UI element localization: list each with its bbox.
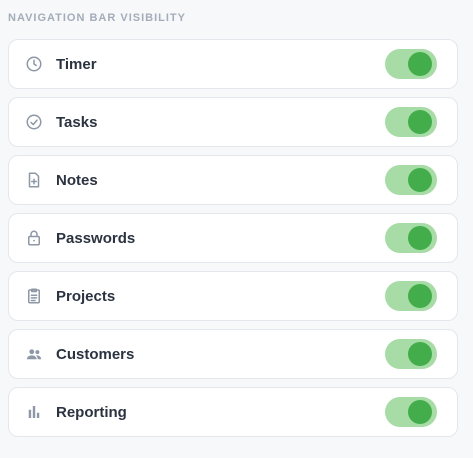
check-circle-icon xyxy=(25,113,43,131)
nav-item-customers[interactable]: Customers xyxy=(8,329,458,379)
toggle-knob xyxy=(408,342,432,366)
toggle-knob xyxy=(408,226,432,250)
nav-item-label: Notes xyxy=(56,171,98,189)
people-icon xyxy=(25,345,43,363)
nav-item-reporting[interactable]: Reporting xyxy=(8,387,458,437)
toggle-knob xyxy=(408,168,432,192)
nav-item-projects[interactable]: Projects xyxy=(8,271,458,321)
nav-item-tasks[interactable]: Tasks xyxy=(8,97,458,147)
nav-item-label: Customers xyxy=(56,345,135,363)
nav-item-notes[interactable]: Notes xyxy=(8,155,458,205)
nav-item-label: Timer xyxy=(56,55,97,73)
nav-item-label: Projects xyxy=(56,287,116,305)
toggle-knob xyxy=(408,284,432,308)
navigation-visibility-section: NAVIGATION BAR VISIBILITY Timer Tasks No… xyxy=(0,0,473,458)
bar-chart-icon xyxy=(25,403,43,421)
clock-icon xyxy=(25,55,43,73)
nav-item-label: Tasks xyxy=(56,113,98,131)
toggle-knob xyxy=(408,52,432,76)
projects-visibility-toggle[interactable] xyxy=(385,281,437,311)
toggle-knob xyxy=(408,110,432,134)
timer-visibility-toggle[interactable] xyxy=(385,49,437,79)
nav-item-label: Reporting xyxy=(56,403,127,421)
toggle-knob xyxy=(408,400,432,424)
nav-item-timer[interactable]: Timer xyxy=(8,39,458,89)
lock-icon xyxy=(25,229,43,247)
clipboard-icon xyxy=(25,287,43,305)
nav-item-passwords[interactable]: Passwords xyxy=(8,213,458,263)
customers-visibility-toggle[interactable] xyxy=(385,339,437,369)
notes-visibility-toggle[interactable] xyxy=(385,165,437,195)
nav-item-list: Timer Tasks Notes Passwords Projects Cus… xyxy=(8,39,458,445)
tasks-visibility-toggle[interactable] xyxy=(385,107,437,137)
reporting-visibility-toggle[interactable] xyxy=(385,397,437,427)
nav-item-label: Passwords xyxy=(56,229,136,247)
section-title: NAVIGATION BAR VISIBILITY xyxy=(8,12,186,24)
note-add-icon xyxy=(25,171,43,189)
passwords-visibility-toggle[interactable] xyxy=(385,223,437,253)
